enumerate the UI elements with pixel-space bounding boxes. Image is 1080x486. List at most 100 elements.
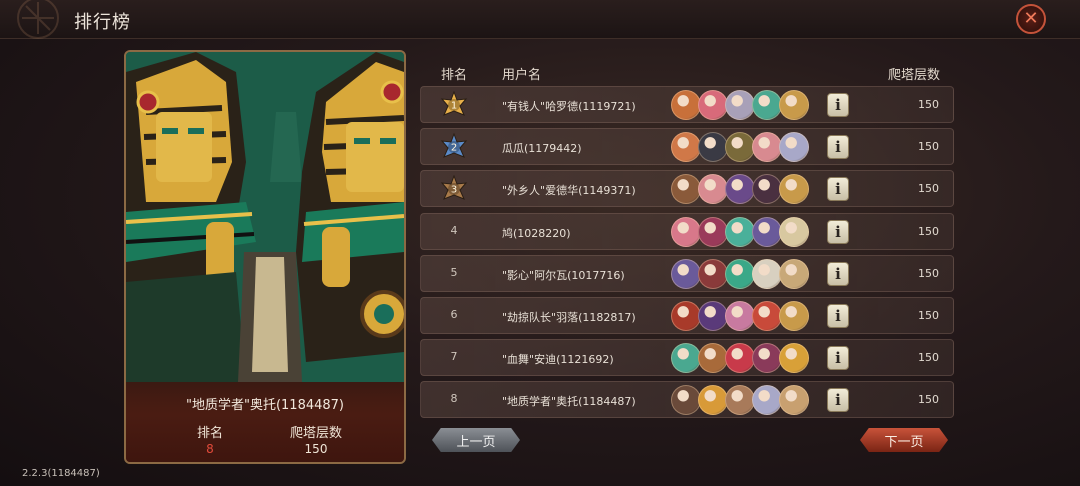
tower-floors-value: 150: [918, 182, 939, 196]
hero-avatar-icon[interactable]: [671, 301, 701, 331]
hero-player-name: "地质学者"奥托(1184487): [186, 398, 344, 413]
info-icon[interactable]: i: [827, 219, 849, 244]
hero-avatar-icon[interactable]: [671, 258, 701, 289]
hero-avatar-icon[interactable]: [698, 343, 728, 374]
rank-number: 3: [451, 185, 457, 196]
hero-avatar-icon[interactable]: [725, 90, 755, 120]
hero-avatar-icon[interactable]: [698, 90, 728, 120]
leaderboard-row[interactable]: 6 "劫掠队长"羽落(1182817) i 150: [420, 297, 954, 334]
hero-avatar-icon[interactable]: [725, 343, 755, 374]
hero-avatar-icon[interactable]: [752, 216, 782, 247]
hero-avatar-icon[interactable]: [752, 90, 782, 120]
tower-floors-value: 150: [918, 224, 939, 238]
hero-avatar-icon[interactable]: [698, 216, 728, 247]
rank-number: 7: [450, 350, 458, 364]
hero-avatar-icon[interactable]: [752, 132, 782, 163]
rank-number: 6: [450, 308, 458, 321]
hero-avatar-icon[interactable]: [779, 90, 809, 120]
player-name: "有钱人"哈罗德(1119721): [502, 100, 636, 113]
hero-showcase-card: "地质学者"奥托(1184487) 排名 8 爬塔层数 150: [124, 50, 406, 464]
hero-avatar-icon[interactable]: [671, 90, 701, 120]
hero-avatar-icon[interactable]: [671, 132, 701, 163]
leaderboard-row[interactable]: 1 "有钱人"哈罗德(1119721) i 150: [420, 86, 954, 123]
rank-number: 8: [450, 392, 458, 406]
info-icon[interactable]: i: [827, 177, 849, 202]
player-name: "外乡人"爱德华(1149371): [502, 184, 636, 198]
hero-avatar-icon[interactable]: [779, 343, 809, 374]
rank-number: 5: [450, 265, 458, 279]
hero-avatar-icon[interactable]: [725, 132, 755, 163]
leaderboard-row[interactable]: 7 "血舞"安迪(1121692) i 150: [420, 339, 954, 377]
player-name: "地质学者"奥托(1184487): [502, 395, 636, 409]
hero-avatar-icon[interactable]: [671, 216, 701, 247]
hero-avatar-icon[interactable]: [752, 343, 782, 374]
rank-blue-star-badge-icon: 2: [440, 133, 468, 159]
hero-avatar-icon[interactable]: [671, 343, 701, 374]
hero-avatar-icon[interactable]: [779, 301, 809, 331]
close-icon: ✕: [1023, 8, 1039, 29]
info-icon[interactable]: i: [827, 135, 849, 160]
hero-avatar-icon[interactable]: [779, 174, 809, 205]
player-name: "劫掠队长"羽落(1182817): [502, 311, 636, 324]
hero-avatar-icon[interactable]: [698, 385, 728, 416]
version-label: 2.2.3(1184487): [22, 468, 100, 479]
hero-avatar-icon[interactable]: [779, 216, 809, 247]
hero-floors-value: 150: [304, 442, 328, 456]
hero-floors-stat: 爬塔层数 150: [276, 422, 356, 456]
hero-avatar-icon[interactable]: [671, 385, 701, 416]
column-header-rank: 排名: [441, 68, 468, 83]
hero-floors-label: 爬塔层数: [289, 426, 342, 441]
info-icon[interactable]: i: [827, 304, 849, 328]
close-button[interactable]: ✕: [1016, 4, 1046, 34]
tower-floors-value: 150: [918, 98, 939, 111]
leaderboard-row[interactable]: 2 瓜瓜(1179442) i 150: [420, 128, 954, 166]
rank-bronze-star-badge-icon: 3: [440, 175, 468, 201]
info-icon[interactable]: i: [827, 93, 849, 117]
hero-rank-label: 排名: [196, 426, 223, 441]
hero-avatar-icon[interactable]: [752, 258, 782, 289]
player-name: 鸠(1028220): [502, 226, 571, 240]
hero-avatar-icon[interactable]: [671, 174, 701, 205]
hero-avatar-icon[interactable]: [698, 301, 728, 331]
hero-avatar-icon[interactable]: [779, 385, 809, 416]
prev-page-button[interactable]: 上一页: [432, 428, 520, 452]
page-title: 排行榜: [74, 12, 131, 33]
tower-floors-value: 150: [918, 351, 939, 365]
column-header-username: 用户名: [502, 68, 542, 83]
hero-avatar-icon[interactable]: [725, 174, 755, 205]
hero-avatar-icon[interactable]: [725, 385, 755, 416]
info-icon[interactable]: i: [827, 261, 849, 286]
rank-number: 1: [451, 101, 457, 112]
hero-avatar-icon[interactable]: [698, 258, 728, 289]
hero-rank-value: 8: [206, 442, 214, 456]
hero-avatar-icon[interactable]: [752, 174, 782, 205]
tower-floors-value: 150: [918, 266, 939, 280]
hero-avatar-icon[interactable]: [752, 385, 782, 416]
guild-emblem-icon: [17, 0, 59, 39]
next-page-button[interactable]: 下一页: [860, 428, 948, 452]
player-name: 瓜瓜(1179442): [502, 142, 582, 156]
hero-avatar-icon[interactable]: [752, 301, 782, 331]
top-bar: 排行榜 ✕: [0, 0, 1080, 39]
hero-avatar-icon[interactable]: [779, 258, 809, 289]
info-icon[interactable]: i: [827, 346, 849, 371]
hero-avatar-icon[interactable]: [725, 258, 755, 289]
leaderboard-row[interactable]: 5 "影心"阿尔瓦(1017716) i 150: [420, 254, 954, 292]
tower-floors-value: 150: [918, 309, 939, 322]
rank-number: 2: [451, 143, 457, 154]
hero-avatar-icon[interactable]: [698, 174, 728, 205]
rank-gold-star-badge-icon: 1: [440, 91, 468, 116]
leaderboard-row[interactable]: 4 鸠(1028220) i 150: [420, 212, 954, 250]
hero-avatar-icon[interactable]: [725, 216, 755, 247]
leaderboard-row[interactable]: 8 "地质学者"奥托(1184487) i 150: [420, 381, 954, 419]
player-name: "血舞"安迪(1121692): [502, 353, 614, 367]
info-icon[interactable]: i: [827, 388, 849, 413]
hero-avatar-icon[interactable]: [725, 301, 755, 331]
player-name: "影心"阿尔瓦(1017716): [502, 268, 625, 282]
tower-floors-value: 150: [918, 140, 939, 154]
hero-rank-stat: 排名 8: [180, 422, 240, 456]
hero-avatar-icon[interactable]: [698, 132, 728, 163]
leaderboard-row[interactable]: 3 "外乡人"爱德华(1149371) i 150: [420, 170, 954, 208]
column-header-floors: 爬塔层数: [888, 68, 941, 83]
hero-avatar-icon[interactable]: [779, 132, 809, 163]
